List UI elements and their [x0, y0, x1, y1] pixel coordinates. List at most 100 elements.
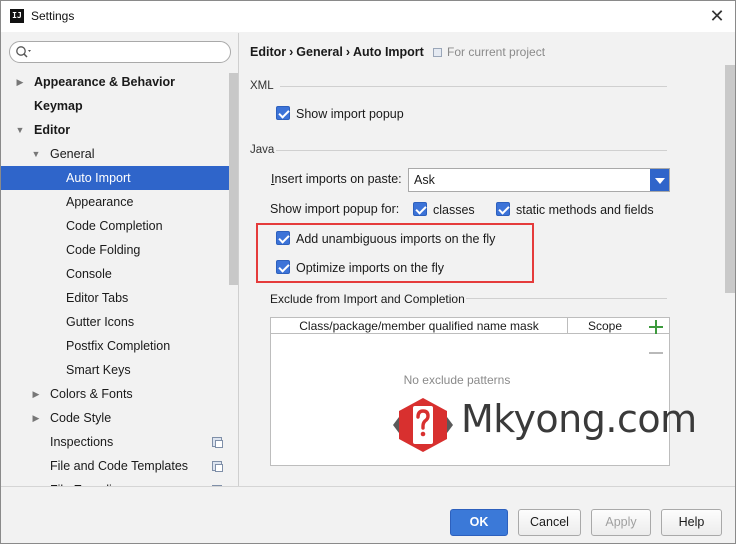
exclude-divider	[466, 298, 667, 299]
remove-icon[interactable]	[649, 352, 663, 354]
sidebar-item-label: File and Code Templates	[50, 459, 189, 473]
help-button[interactable]: Help	[661, 509, 722, 536]
popup-classes-checkbox[interactable]: classes	[413, 201, 475, 219]
sidebar-item-gutter-icons[interactable]: Gutter Icons	[1, 310, 229, 334]
breadcrumb-auto-import: Auto Import	[353, 45, 424, 59]
search-box[interactable]	[9, 41, 231, 63]
sidebar-scrollbar[interactable]	[229, 73, 238, 285]
ok-button[interactable]: OK	[450, 509, 508, 536]
add-icon[interactable]	[649, 320, 663, 334]
xml-show-popup-checkbox[interactable]: Show import popup	[276, 105, 404, 123]
chevron-down-icon	[650, 169, 669, 191]
watermark: Mkyong.com	[393, 395, 723, 457]
sidebar-item-label: Editor	[34, 123, 71, 137]
search-input[interactable]	[38, 44, 224, 60]
expanded-arrow-icon[interactable]: ▼	[15, 118, 25, 142]
content-scrollbar[interactable]	[725, 65, 735, 293]
checkbox-checked-icon	[276, 106, 290, 120]
expanded-arrow-icon[interactable]: ▼	[31, 142, 41, 166]
settings-tree: ▶ Appearance & Behavior Keymap ▼ Editor ▼ Gene…	[1, 70, 229, 486]
intellij-app-icon: IJ	[10, 9, 24, 23]
sidebar-item-inspections[interactable]: Inspections	[1, 430, 229, 454]
table-empty-text: No exclude patterns	[403, 373, 511, 387]
sidebar-item-label: File Encodings	[50, 478, 132, 486]
breadcrumb-separator: ›	[345, 45, 351, 59]
exclude-section-title: Exclude from Import and Completion	[270, 292, 465, 306]
sidebar-item-label: Code Folding	[66, 243, 141, 257]
sidebar-item-label: Code Completion	[66, 219, 163, 233]
insert-imports-select[interactable]: Ask	[408, 168, 670, 192]
collapsed-arrow-icon[interactable]: ▶	[31, 382, 41, 406]
sidebar-item-label: Smart Keys	[66, 363, 131, 377]
settings-sidebar: ▶ Appearance & Behavior Keymap ▼ Editor ▼ Gene…	[1, 33, 239, 486]
watermark-text: Mkyong.com	[461, 397, 697, 441]
column-header-mask[interactable]: Class/package/member qualified name mask	[271, 318, 567, 334]
sidebar-item-label: Postfix Completion	[66, 339, 171, 353]
sidebar-item-label: Keymap	[34, 99, 83, 113]
sidebar-item-keymap[interactable]: Keymap	[1, 94, 229, 118]
collapsed-arrow-icon[interactable]: ▶	[15, 70, 25, 94]
breadcrumb: Editor › General › Auto Import	[250, 45, 424, 59]
sidebar-item-auto-import[interactable]: Auto Import	[1, 166, 229, 190]
sidebar-item-appearance[interactable]: Appearance	[1, 190, 229, 214]
optimize-imports-label: Optimize imports on the fly	[296, 261, 444, 275]
sidebar-item-file-and-code-templates[interactable]: File and Code Templates	[1, 454, 229, 478]
insert-imports-value: Ask	[414, 173, 435, 187]
checkbox-checked-icon	[276, 260, 290, 274]
sidebar-item-code-completion[interactable]: Code Completion	[1, 214, 229, 238]
add-unambiguous-checkbox[interactable]: Add unambiguous imports on the fly	[276, 230, 495, 248]
java-divider	[276, 150, 667, 151]
breadcrumb-general: General	[296, 45, 343, 59]
sidebar-item-label: Colors & Fonts	[50, 387, 133, 401]
project-icon	[433, 48, 442, 57]
xml-show-popup-label: Show import popup	[296, 107, 404, 121]
popup-static-checkbox[interactable]: static methods and fields	[496, 201, 654, 219]
sidebar-item-appearance-behavior[interactable]: ▶ Appearance & Behavior	[1, 70, 229, 94]
breadcrumb-editor: Editor	[250, 45, 287, 59]
sidebar-item-label: Auto Import	[66, 171, 131, 185]
sidebar-item-label: Editor Tabs	[66, 291, 129, 305]
breadcrumb-separator: ›	[289, 45, 294, 59]
sidebar-item-smart-keys[interactable]: Smart Keys	[1, 358, 229, 382]
checkbox-checked-icon	[496, 202, 510, 216]
settings-window: IJ Settings ✕ ▶ Appearance & Behavior Keym…	[0, 0, 736, 544]
scope-note-text: For current project	[447, 45, 546, 59]
insert-imports-text: nsert imports on paste:	[274, 172, 402, 186]
sidebar-item-console[interactable]: Console	[1, 262, 229, 286]
java-section-title: Java	[250, 144, 275, 156]
collapsed-arrow-icon[interactable]: ▶	[31, 406, 41, 430]
table-header: Class/package/member qualified name mask…	[271, 318, 669, 334]
sidebar-item-editor[interactable]: ▼ Editor	[1, 118, 229, 142]
xml-divider	[280, 86, 667, 87]
popup-classes-label: classes	[433, 203, 475, 217]
project-scope-icon	[212, 437, 223, 448]
dialog-footer: OK Cancel Apply Help	[1, 486, 735, 543]
checkbox-checked-icon	[276, 231, 290, 245]
apply-button[interactable]: Apply	[591, 509, 651, 536]
sidebar-item-file-encodings[interactable]: File Encodings	[1, 478, 229, 486]
window-title: Settings	[31, 9, 75, 23]
xml-section-title: XML	[250, 80, 274, 92]
sidebar-item-general[interactable]: ▼ General	[1, 142, 229, 166]
sidebar-item-label: Inspections	[50, 435, 114, 449]
sidebar-item-label: Code Style	[50, 411, 112, 425]
sidebar-item-label: General	[50, 147, 95, 161]
search-icon	[16, 46, 31, 58]
sidebar-item-label: Console	[66, 267, 112, 281]
title-bar: IJ Settings ✕	[1, 1, 735, 32]
show-popup-for-label: Show import popup for:	[270, 202, 400, 216]
sidebar-item-label: Gutter Icons	[66, 315, 135, 329]
column-header-scope[interactable]: Scope	[568, 318, 642, 334]
sidebar-item-code-style[interactable]: ▶ Code Style	[1, 406, 229, 430]
sidebar-item-colors-fonts[interactable]: ▶ Colors & Fonts	[1, 382, 229, 406]
sidebar-item-editor-tabs[interactable]: Editor Tabs	[1, 286, 229, 310]
cancel-button[interactable]: Cancel	[518, 509, 581, 536]
checkbox-checked-icon	[413, 202, 427, 216]
project-scope-note: For current project	[433, 45, 545, 59]
optimize-imports-checkbox[interactable]: Optimize imports on the fly	[276, 259, 444, 277]
close-icon[interactable]: ✕	[705, 5, 729, 27]
sidebar-item-postfix-completion[interactable]: Postfix Completion	[1, 334, 229, 358]
sidebar-item-code-folding[interactable]: Code Folding	[1, 238, 229, 262]
sidebar-item-label: Appearance & Behavior	[34, 75, 176, 89]
add-unambiguous-label: Add unambiguous imports on the fly	[296, 232, 496, 246]
